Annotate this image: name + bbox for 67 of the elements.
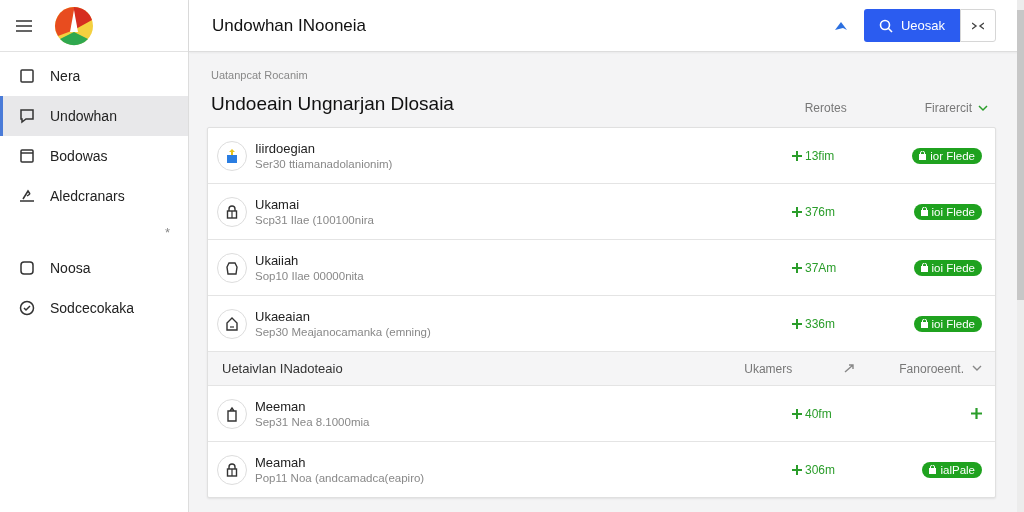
scrollbar[interactable] xyxy=(1017,0,1024,512)
arrow-icon[interactable] xyxy=(834,20,847,31)
sidebar-item[interactable]: Bodowas xyxy=(0,136,188,176)
plus-icon xyxy=(792,464,802,475)
menu-icon[interactable] xyxy=(16,19,32,32)
plus-icon[interactable] xyxy=(971,408,982,419)
sidebar-item[interactable]: Undowhan xyxy=(0,96,188,136)
window-icon xyxy=(18,147,36,165)
sidebar-item[interactable]: Noosa xyxy=(0,248,188,288)
breadcrumb: Uatanpcat Rocanim xyxy=(211,69,309,81)
status-badge: ialPale xyxy=(922,461,982,478)
row-title: Meeman xyxy=(255,399,307,414)
row-subtitle: Pop11 Noa (andcamadca(eapiro) xyxy=(255,472,426,484)
plus-icon xyxy=(792,318,802,329)
row-subtitle: Sep31 Nea 8.1000mia xyxy=(255,416,371,428)
page-title: Undowhan INooneia xyxy=(212,15,368,36)
collapse-icon xyxy=(972,21,984,30)
search-icon xyxy=(878,18,893,33)
amount: 376m xyxy=(805,204,836,219)
row-title: Iiirdoegian xyxy=(255,141,316,156)
amount: 40fm xyxy=(805,406,832,421)
status-badge: ioi Flede xyxy=(913,203,982,220)
logo-icon xyxy=(54,5,94,46)
chevron-icon[interactable] xyxy=(978,104,988,112)
plus-icon xyxy=(792,262,802,273)
asterisk: * xyxy=(164,224,170,240)
row-title: Ukamai xyxy=(255,197,301,212)
row-subtitle: Sop10 Ilae 00000nita xyxy=(255,270,365,282)
lock-icon xyxy=(929,465,937,474)
row-title: Ukaeaian xyxy=(255,309,311,324)
arrow-icon[interactable] xyxy=(844,363,857,373)
plus-icon xyxy=(792,150,802,161)
lock-icon xyxy=(920,319,928,328)
square-icon xyxy=(18,67,36,85)
group-title: Uetaivlan INadoteaio xyxy=(222,361,344,376)
check-circle-icon xyxy=(18,299,36,317)
status-badge: ioi Flede xyxy=(913,315,982,332)
amount: 336m xyxy=(805,316,836,331)
row-subtitle: Ser30 ttiamanadolanionim) xyxy=(255,158,394,170)
row-title: Ukaiiah xyxy=(255,253,300,268)
row-subtitle: Scp31 Ilae (100100nira xyxy=(255,214,375,226)
page-heading: Undoeain Ungnarjan Dlosaia xyxy=(211,93,455,115)
column-header: Rerotes xyxy=(804,101,848,115)
search-button[interactable]: Ueosak xyxy=(863,9,960,42)
square-icon xyxy=(18,259,36,277)
row-subtitle: Sep30 Meajanocamanka (emning) xyxy=(255,326,432,338)
sidebar-item[interactable]: Aledcranars xyxy=(0,176,188,216)
chevron-icon[interactable] xyxy=(972,365,982,372)
column-header: Ukamers xyxy=(744,361,794,376)
row-title: Meamah xyxy=(255,455,307,470)
status-badge: ioi Flede xyxy=(913,259,982,276)
column-header[interactable]: Firarercit xyxy=(924,101,972,115)
status-badge: ior Flede xyxy=(912,147,982,164)
collapse-button[interactable] xyxy=(960,9,996,42)
amount: 13fim xyxy=(805,148,835,163)
amount: 306m xyxy=(805,462,836,477)
amount: 37Am xyxy=(805,260,837,275)
lock-icon xyxy=(920,263,928,272)
plus-icon xyxy=(792,408,802,419)
chat-icon xyxy=(18,107,36,125)
plus-icon xyxy=(792,206,802,217)
sidebar-item[interactable]: Sodcecokaka xyxy=(0,288,188,328)
person-icon xyxy=(18,187,36,205)
lock-icon xyxy=(920,207,928,216)
sidebar-item[interactable]: Nera xyxy=(0,56,188,96)
column-header[interactable]: Fanoroeent. xyxy=(899,361,964,376)
lock-icon xyxy=(919,151,927,160)
